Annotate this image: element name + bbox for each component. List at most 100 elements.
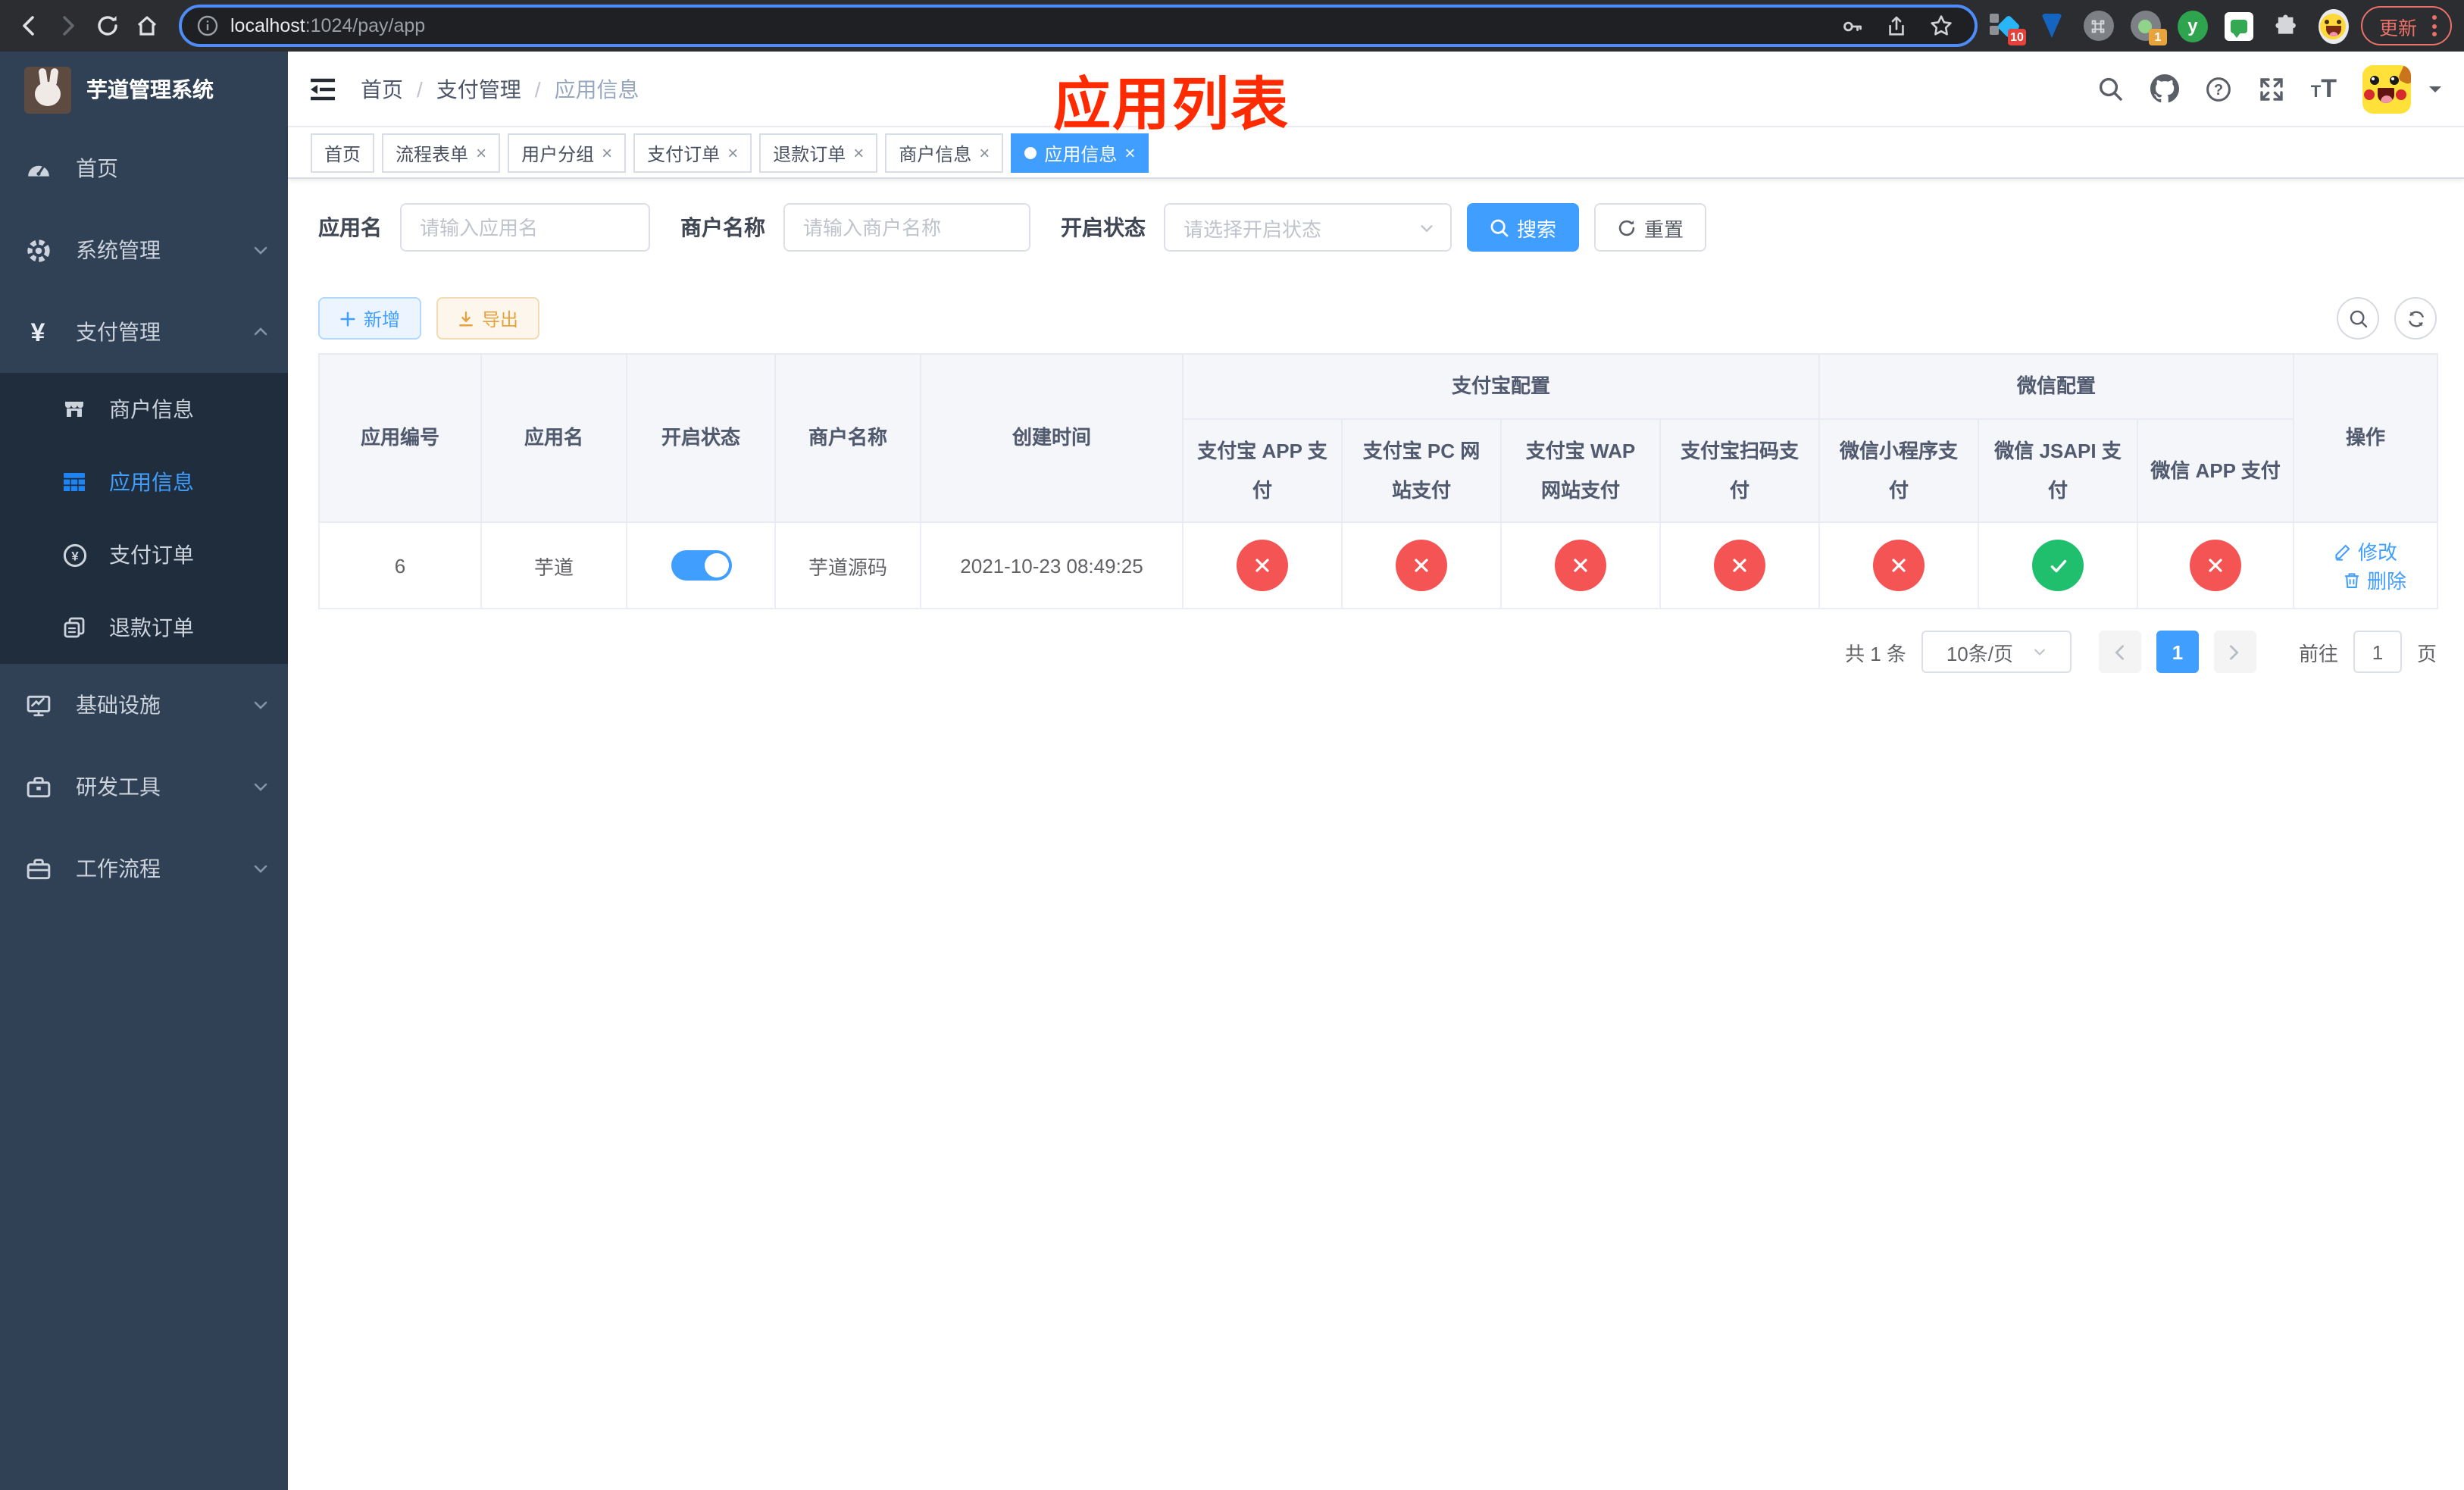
logo-rabbit-image xyxy=(24,66,71,113)
browser-menu-icon[interactable] xyxy=(2432,15,2437,36)
refresh-icon xyxy=(2408,310,2423,327)
app-logo[interactable]: 芋道管理系统 xyxy=(0,52,288,127)
extension-badge: 10 xyxy=(2007,29,2026,45)
sidebar-item-pay[interactable]: ¥ 支付管理 xyxy=(0,291,288,373)
status-select[interactable]: 请选择开启状态 xyxy=(1164,203,1452,252)
select-caret-icon xyxy=(2034,649,2044,656)
site-info-icon[interactable] xyxy=(197,15,218,36)
github-icon[interactable] xyxy=(2150,74,2179,103)
breadcrumb-home[interactable]: 首页 xyxy=(361,74,403,104)
wechat-jsapi-enabled-icon xyxy=(2032,540,2084,591)
tag-user-group[interactable]: 用户分组 × xyxy=(508,133,627,173)
status-toggle[interactable] xyxy=(671,550,731,581)
bookmark-star-icon[interactable] xyxy=(1929,14,1953,38)
merchant-name-input[interactable] xyxy=(783,203,1030,252)
extension-y-icon[interactable]: y xyxy=(2177,10,2208,42)
share-icon[interactable] xyxy=(1885,14,1908,37)
reload-icon[interactable] xyxy=(88,6,127,45)
url-bar[interactable]: localhost:1024/pay/app xyxy=(179,5,1978,47)
tag-pay-order[interactable]: 支付订单 × xyxy=(633,133,752,173)
breadcrumb: 首页 / 支付管理 / 应用信息 xyxy=(361,74,639,104)
sidebar: 芋道管理系统 首页 系统管理 ¥ 支付管理 商户信息 应用信息 ¥ 支付订单 退… xyxy=(0,52,288,1490)
app-name-input[interactable] xyxy=(400,203,650,252)
close-icon[interactable]: × xyxy=(727,144,738,162)
cell-app-name: 芋道 xyxy=(480,521,627,609)
download-icon xyxy=(459,311,473,326)
sidebar-item-merchant-info[interactable]: 商户信息 xyxy=(0,373,288,446)
extension-command-icon[interactable] xyxy=(2083,11,2114,41)
close-icon[interactable]: × xyxy=(602,144,612,162)
gear-icon xyxy=(24,236,52,264)
page-size-select[interactable]: 10条/页 xyxy=(1921,631,2072,673)
col-alipay-pc: 支付宝 PC 网站支付 xyxy=(1341,418,1502,523)
next-page-button[interactable] xyxy=(2213,631,2256,673)
cell-created-time: 2021-10-23 08:49:25 xyxy=(920,521,1184,609)
back-icon[interactable] xyxy=(9,6,48,45)
sidebar-item-workflow[interactable]: 工作流程 xyxy=(0,828,288,909)
sidebar-item-infra[interactable]: 基础设施 xyxy=(0,664,288,746)
delete-link[interactable]: 删除 xyxy=(2343,565,2406,594)
sidebar-item-refund-order[interactable]: 退款订单 xyxy=(0,591,288,664)
help-icon[interactable]: ? xyxy=(2205,75,2232,102)
col-wechat-mini: 微信小程序支付 xyxy=(1818,418,1980,523)
close-icon[interactable]: × xyxy=(476,144,486,162)
close-icon[interactable]: × xyxy=(979,144,990,162)
sidebar-item-home[interactable]: 首页 xyxy=(0,127,288,209)
add-button[interactable]: 新增 xyxy=(318,297,422,340)
browser-update-button[interactable]: 更新 xyxy=(2360,6,2452,45)
breadcrumb-pay[interactable]: 支付管理 xyxy=(436,74,521,104)
avatar-caret-icon[interactable] xyxy=(2428,83,2443,95)
status-label: 开启状态 xyxy=(1061,215,1146,239)
sidebar-item-pay-order[interactable]: ¥ 支付订单 xyxy=(0,518,288,591)
refresh-table-button[interactable] xyxy=(2394,297,2437,340)
cell-merchant: 芋道源码 xyxy=(774,521,921,609)
goto-page-input[interactable] xyxy=(2353,631,2402,673)
col-app-name: 应用名 xyxy=(480,353,627,523)
col-actions: 操作 xyxy=(2293,353,2439,523)
sidebar-collapse-icon[interactable] xyxy=(309,77,336,101)
toggle-search-button[interactable] xyxy=(2337,297,2379,340)
page-number-1[interactable]: 1 xyxy=(2156,631,2199,673)
screen: localhost:1024/pay/app 10 1 y 更新 芋道管理系统… xyxy=(0,0,2464,1490)
extension-chat-icon[interactable] xyxy=(2225,11,2255,41)
url-host: localhost xyxy=(230,15,305,36)
font-size-icon[interactable]: TT xyxy=(2311,76,2337,102)
search-button[interactable]: 搜索 xyxy=(1467,203,1580,252)
chevron-down-icon xyxy=(252,859,270,878)
extension-gem-icon[interactable] xyxy=(2037,11,2067,41)
home-icon[interactable] xyxy=(127,6,167,45)
merchant-name-label: 商户名称 xyxy=(680,215,765,239)
fullscreen-icon[interactable] xyxy=(2258,75,2285,102)
user-avatar[interactable] xyxy=(2362,64,2411,113)
forward-icon[interactable] xyxy=(48,6,88,45)
extension-diamond-icon[interactable]: 10 xyxy=(1989,11,2026,45)
edit-link[interactable]: 修改 xyxy=(2334,537,2397,565)
tag-flow-form[interactable]: 流程表单 × xyxy=(382,133,501,173)
search-form: 应用名 商户名称 开启状态 请选择开启状态 搜索 重置 xyxy=(318,203,2437,252)
browser-profile-avatar[interactable] xyxy=(2318,8,2349,43)
tag-merchant-info[interactable]: 商户信息 × xyxy=(885,133,1004,173)
prev-page-button[interactable] xyxy=(2098,631,2141,673)
sidebar-item-system[interactable]: 系统管理 xyxy=(0,209,288,291)
sidebar-item-devtool[interactable]: 研发工具 xyxy=(0,746,288,828)
tag-home[interactable]: 首页 xyxy=(311,133,375,173)
tag-refund-order[interactable]: 退款订单 × xyxy=(759,133,878,173)
col-status: 开启状态 xyxy=(626,353,776,523)
plus-icon xyxy=(340,311,355,326)
alipay-pc-disabled-icon xyxy=(1396,540,1447,591)
close-icon[interactable]: × xyxy=(1124,144,1135,162)
alipay-wap-disabled-icon xyxy=(1555,540,1606,591)
reset-button[interactable]: 重置 xyxy=(1594,203,1707,252)
extensions-puzzle-icon[interactable] xyxy=(2272,11,2302,41)
sidebar-item-app-info[interactable]: 应用信息 xyxy=(0,446,288,518)
password-key-icon[interactable] xyxy=(1841,14,1864,37)
close-icon[interactable]: × xyxy=(853,144,864,162)
active-dot xyxy=(1024,147,1037,159)
pay-submenu: 商户信息 应用信息 ¥ 支付订单 退款订单 xyxy=(0,373,288,664)
search-icon[interactable] xyxy=(2097,75,2125,102)
extension-recorder-icon[interactable]: 1 xyxy=(2130,11,2167,45)
pencil-icon xyxy=(2335,543,2350,560)
export-button[interactable]: 导出 xyxy=(436,297,540,340)
col-group-wechat: 微信配置 xyxy=(1818,353,2295,420)
refresh-icon xyxy=(1618,219,1635,236)
